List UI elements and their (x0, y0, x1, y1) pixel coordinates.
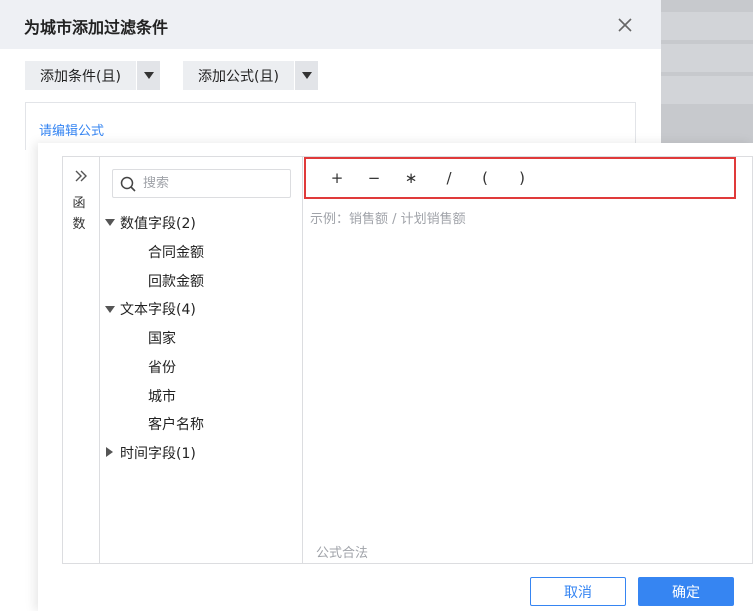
background-band (661, 44, 753, 72)
expand-functions-button[interactable] (71, 166, 91, 186)
tree-field[interactable]: 国家 (148, 328, 176, 348)
multiply-operator-button[interactable]: ∗ (401, 169, 421, 187)
background-band (661, 12, 753, 40)
formula-example-hint: 示例：销售额 / 计划销售额 (310, 212, 466, 227)
add-condition-dropdown[interactable] (137, 61, 160, 90)
divider (302, 157, 303, 563)
add-formula-button[interactable]: 添加公式(且) (183, 61, 294, 90)
close-paren-button[interactable]: ) (512, 169, 532, 187)
divider (99, 157, 100, 563)
field-search (112, 169, 291, 198)
ok-button[interactable]: 确定 (638, 577, 734, 606)
tree-field[interactable]: 客户名称 (148, 414, 204, 434)
chevron-down-icon (301, 72, 312, 79)
minus-operator-button[interactable]: − (364, 169, 384, 187)
close-button[interactable] (612, 12, 638, 38)
close-icon (618, 18, 632, 32)
tree-field[interactable]: 省份 (148, 357, 176, 377)
divide-operator-button[interactable]: / (439, 169, 459, 187)
functions-tab-label[interactable]: 函 数 (71, 193, 87, 235)
open-paren-button[interactable]: ( (475, 169, 495, 187)
add-condition-split-button: 添加条件(且) (25, 61, 160, 90)
tree-group-numeric[interactable]: 数值字段(2) (120, 213, 196, 233)
add-formula-split-button: 添加公式(且) (183, 61, 318, 90)
search-icon (113, 176, 143, 192)
add-formula-dropdown[interactable] (295, 61, 318, 90)
formula-status: 公式合法 (316, 546, 369, 561)
caret-down-icon[interactable] (105, 306, 115, 313)
double-chevron-right-icon (75, 170, 87, 182)
caret-right-icon[interactable] (106, 447, 113, 457)
background-overlay (661, 0, 753, 145)
tree-field[interactable]: 合同金额 (148, 242, 204, 262)
cancel-button[interactable]: 取消 (530, 577, 626, 606)
caret-down-icon[interactable] (105, 219, 115, 226)
dialog-header: 为城市添加过滤条件 (0, 0, 661, 49)
background-band (661, 76, 753, 104)
add-condition-button[interactable]: 添加条件(且) (25, 61, 136, 90)
tree-field[interactable]: 城市 (148, 386, 176, 406)
tree-group-text[interactable]: 文本字段(4) (120, 299, 196, 319)
tree-field[interactable]: 回款金额 (148, 271, 204, 291)
dialog-title: 为城市添加过滤条件 (24, 18, 169, 37)
search-input[interactable] (143, 176, 283, 191)
plus-operator-button[interactable]: + (327, 169, 347, 187)
tree-group-time[interactable]: 时间字段(1) (120, 443, 196, 463)
chevron-down-icon (143, 72, 154, 79)
formula-placeholder: 请编辑公式 (39, 124, 105, 139)
